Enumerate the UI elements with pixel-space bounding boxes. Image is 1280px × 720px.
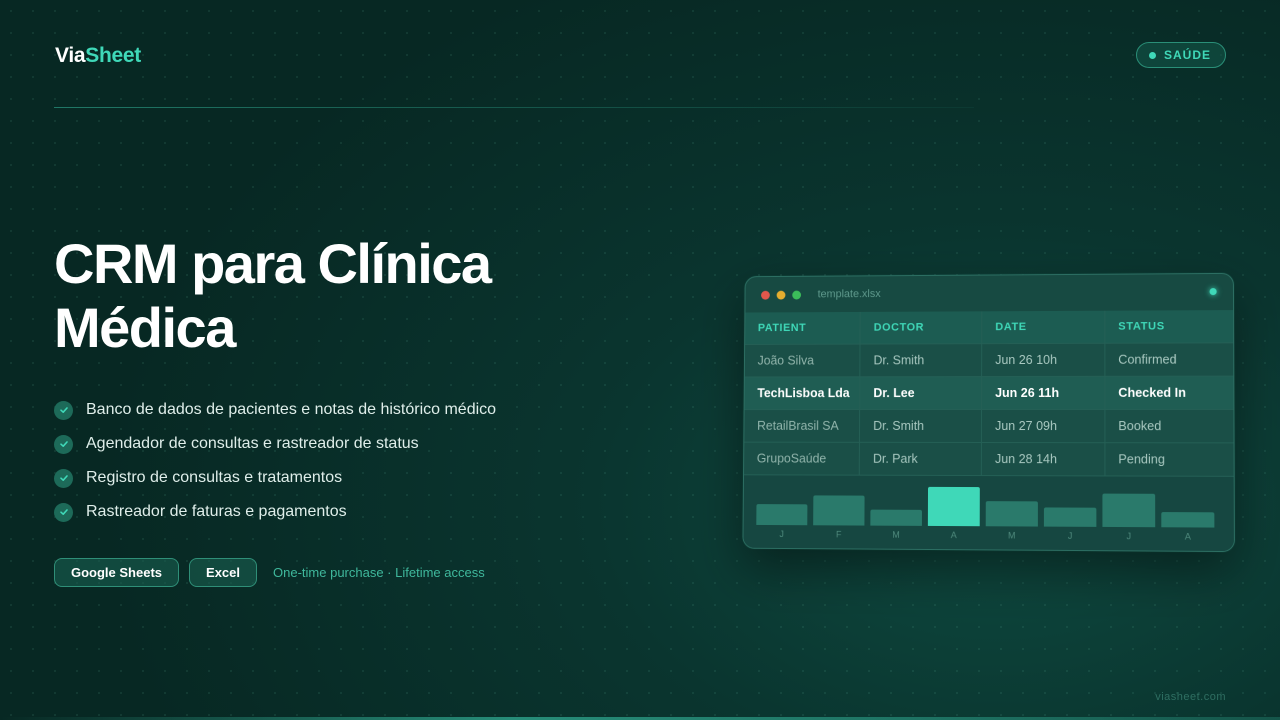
page-title: CRM para Clínica Médica [54, 232, 614, 360]
check-icon [54, 468, 73, 488]
chart-month-label: F [835, 529, 842, 540]
patient-cell: TechLisboa Lda [744, 376, 861, 410]
chart-month-label: J [1067, 530, 1073, 541]
excel-button[interactable]: Excel [189, 558, 258, 587]
header: ViaSheet SAÚDE [55, 42, 1226, 70]
category-badge: SAÚDE [1135, 42, 1226, 68]
check-icon [54, 502, 73, 522]
date-cell: Jun 26 11h [981, 376, 1105, 410]
brand-logo-part1: Via [55, 44, 86, 67]
brand-logo[interactable]: ViaSheet [55, 44, 141, 68]
doctor-cell: Dr. Park [859, 442, 982, 476]
google-sheets-button[interactable]: Google Sheets [54, 558, 180, 587]
brand-logo-part2: Sheet [85, 44, 141, 67]
chart-month-label: M [1007, 530, 1016, 541]
date-cell: Jun 27 09h [981, 409, 1105, 443]
status-cell: Confirmed [1104, 342, 1234, 377]
footer-url[interactable]: viasheet.com [1155, 691, 1226, 703]
feature-text: Rastreador de faturas e pagamentos [86, 503, 347, 520]
doctor-cell: Dr. Lee [859, 376, 982, 410]
close-window-icon [761, 290, 770, 300]
file-name: template.xlsx [817, 288, 881, 301]
chart-month-label: M [892, 529, 900, 540]
chart-month-label: A [1184, 531, 1191, 542]
column-header-patient: PATIENT [745, 311, 861, 345]
chart-bar [1161, 512, 1215, 528]
chart-month-label: J [779, 529, 784, 540]
check-icon [54, 400, 73, 420]
purchase-note: One-time purchase · Lifetime access [273, 565, 485, 580]
spreadsheet-preview: template.xlsx PATIENT DOCTOR DATE STATUS… [740, 272, 1235, 553]
status-dot-icon [1148, 51, 1156, 59]
maximize-window-icon [792, 290, 802, 300]
feature-item: Rastreador de faturas e pagamentos [54, 495, 496, 529]
minimize-window-icon [776, 290, 786, 300]
page-title-line2: Médica [54, 296, 236, 359]
chart-bar [985, 501, 1038, 527]
chart-bar [756, 504, 808, 526]
patient-cell: RetailBrasil SA [744, 409, 860, 443]
chart-bars [756, 483, 1220, 528]
feature-item: Registro de consultas e tratamentos [54, 461, 496, 495]
feature-list: Banco de dados de pacientes e notas de h… [54, 393, 496, 529]
column-header-date: DATE [981, 310, 1105, 344]
feature-item: Agendador de consultas e rastreador de s… [54, 427, 496, 461]
date-cell: Jun 26 10h [981, 343, 1105, 377]
page-title-line1: CRM para Clínica [54, 232, 492, 295]
chart-month-label: A [950, 530, 957, 541]
patient-cell: GrupoSaúde [744, 442, 860, 476]
check-icon [54, 434, 73, 454]
patient-cell: João Silva [744, 344, 861, 377]
column-header-status: STATUS [1104, 310, 1234, 344]
chart-bar [1043, 507, 1097, 527]
live-indicator-icon [1209, 288, 1217, 296]
status-cell: Checked In [1104, 376, 1234, 410]
feature-item: Banco de dados de pacientes e notas de h… [54, 393, 496, 427]
chart-month-label: J [1126, 531, 1132, 542]
chart-bar [870, 509, 922, 526]
feature-text: Agendador de consultas e rastreador de s… [86, 435, 419, 452]
table-row-highlighted: TechLisboa Lda Dr. Lee Jun 26 11h Checke… [744, 376, 1234, 410]
appointments-table: PATIENT DOCTOR DATE STATUS João Silva Dr… [744, 310, 1234, 477]
chart-bar [813, 495, 865, 526]
header-divider [54, 107, 974, 108]
platform-row: Google Sheets Excel One-time purchase · … [54, 558, 485, 587]
date-cell: Jun 28 14h [981, 442, 1105, 476]
status-cell: Booked [1104, 409, 1234, 443]
doctor-cell: Dr. Smith [860, 343, 982, 377]
chart-bar [927, 486, 980, 527]
doctor-cell: Dr. Smith [859, 409, 982, 443]
category-badge-label: SAÚDE [1163, 48, 1211, 62]
table-header-row: PATIENT DOCTOR DATE STATUS [745, 310, 1234, 345]
table-row: João Silva Dr. Smith Jun 26 10h Confirme… [744, 342, 1234, 377]
monthly-bar-chart: JFMAMJJA [743, 475, 1234, 553]
status-cell: Pending [1104, 442, 1234, 477]
spreadsheet-window: template.xlsx PATIENT DOCTOR DATE STATUS… [742, 272, 1235, 553]
table-row: GrupoSaúde Dr. Park Jun 28 14h Pending [744, 442, 1234, 477]
column-header-doctor: DOCTOR [860, 311, 982, 345]
chart-bar [1102, 493, 1156, 528]
chart-month-labels: JFMAMJJA [756, 529, 1220, 544]
feature-text: Registro de consultas e tratamentos [86, 469, 343, 486]
feature-text: Banco de dados de pacientes e notas de h… [86, 401, 497, 418]
table-row: RetailBrasil SA Dr. Smith Jun 27 09h Boo… [744, 409, 1234, 443]
window-titlebar: template.xlsx [745, 274, 1233, 313]
